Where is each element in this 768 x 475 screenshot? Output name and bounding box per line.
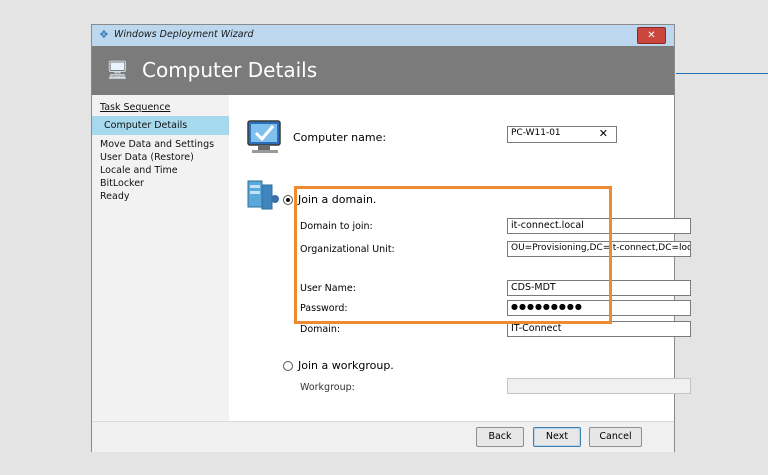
computer-icon: 🖥 [106, 60, 129, 81]
computer-name-label: Computer name: [293, 131, 387, 144]
join-workgroup-label[interactable]: Join a workgroup. [298, 359, 394, 372]
connector-line [676, 73, 768, 74]
deployment-wizard-icon: ❖ [99, 28, 109, 41]
sidebar-item-move-data[interactable]: Move Data and Settings [100, 139, 214, 150]
join-workgroup-radio[interactable] [283, 361, 293, 371]
workgroup-input[interactable] [507, 378, 691, 394]
sidebar-item-ready[interactable]: Ready [100, 191, 130, 202]
wizard-footer: Back Next Cancel [92, 421, 674, 452]
title-bar: ❖ Windows Deployment Wizard ✕ [92, 25, 674, 46]
highlight-box [294, 186, 612, 324]
server-icon [247, 180, 279, 210]
workgroup-label: Workgroup: [300, 382, 355, 393]
cancel-button[interactable]: Cancel [589, 427, 642, 447]
close-button[interactable]: ✕ [637, 27, 666, 44]
computer-name-value: PC-W11-01 [511, 128, 561, 138]
sidebar-item-task-sequence[interactable]: Task Sequence [100, 102, 170, 113]
clear-icon[interactable]: ✕ [599, 127, 608, 140]
window-title: Windows Deployment Wizard [114, 29, 254, 40]
sidebar-item-locale-time[interactable]: Locale and Time [100, 165, 178, 176]
computer-name-input[interactable]: PC-W11-01 ✕ [507, 126, 617, 143]
sidebar-item-bitlocker[interactable]: BitLocker [100, 178, 144, 189]
sidebar-item-computer-details[interactable]: Computer Details [104, 120, 187, 131]
computer-monitor-icon [247, 120, 281, 153]
page-title: Computer Details [142, 58, 318, 82]
page-header: 🖥 Computer Details [92, 46, 674, 95]
back-button[interactable]: Back [476, 427, 524, 447]
join-domain-radio[interactable] [283, 195, 293, 205]
sidebar: Task Sequence Computer Details Move Data… [92, 95, 229, 421]
domain-label: Domain: [300, 324, 341, 335]
next-button[interactable]: Next [533, 427, 581, 447]
sidebar-item-user-data-restore[interactable]: User Data (Restore) [100, 152, 194, 163]
